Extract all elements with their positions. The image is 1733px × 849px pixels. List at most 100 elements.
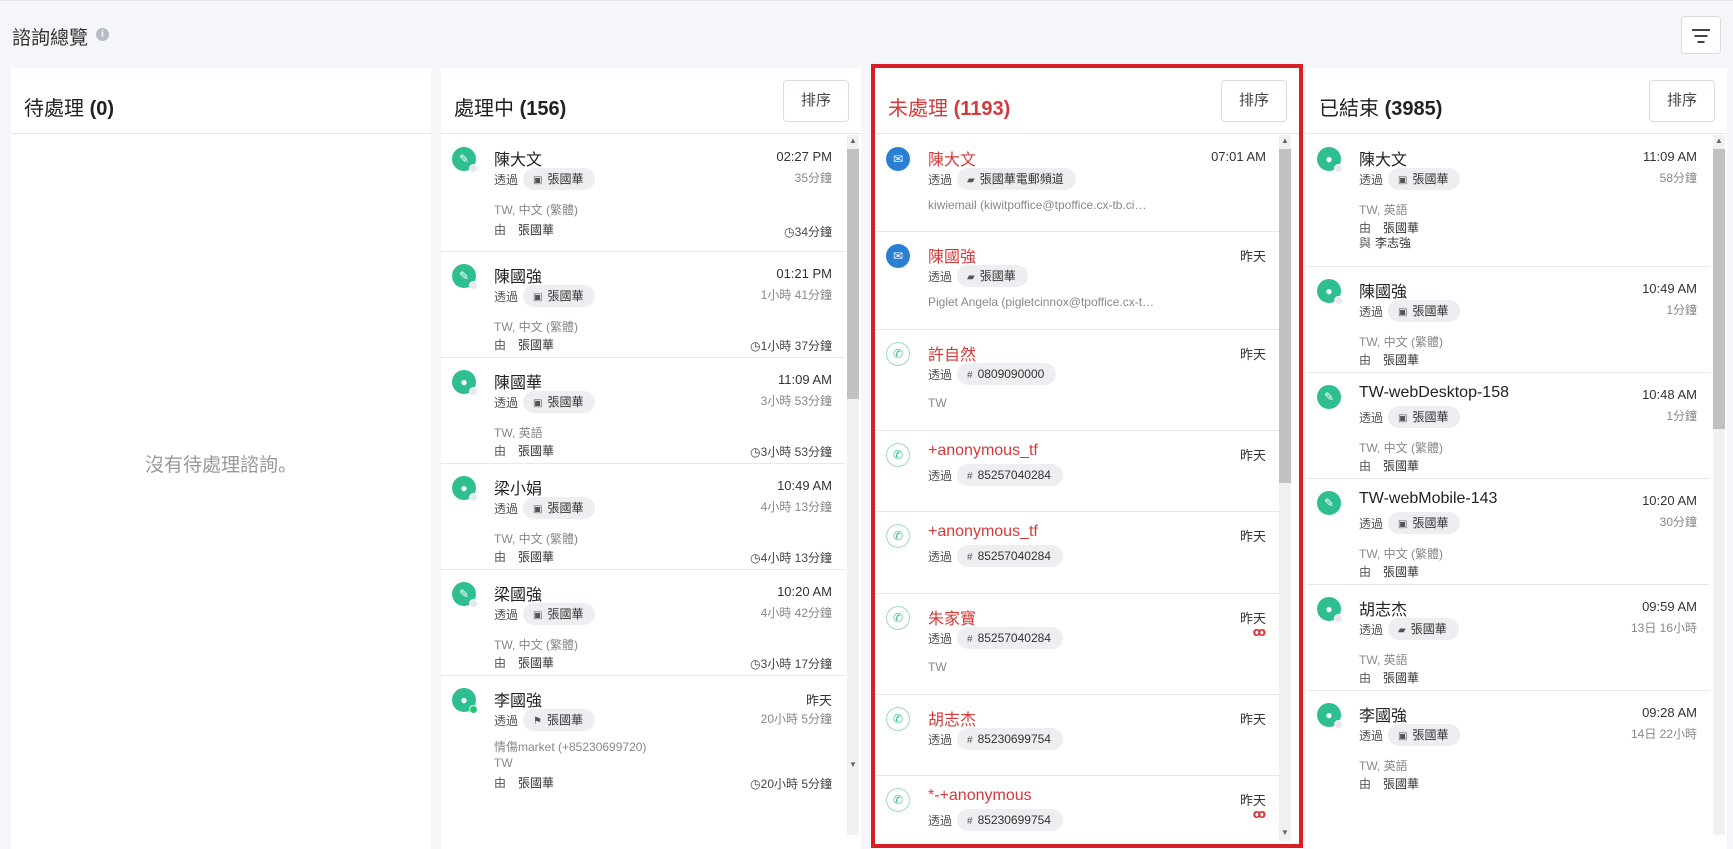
inquiry-card[interactable]: ✎ 陳國強 01:21 PM 1小時 41分鐘 透過 ▣ 張國華 TW, 中文 (… (441, 252, 845, 358)
person-icon: ● (1317, 147, 1343, 173)
via-label: 透過 (1359, 623, 1384, 637)
inquiry-card[interactable]: ● 胡志杰 09:59 AM 13日 16小時 透過 ▰ 張國華 TW, 英語 由… (1306, 585, 1710, 691)
inquiry-card[interactable]: ● 陳國華 11:09 AM 3小時 53分鐘 透過 ▣ 張國華 TW, 英語 由… (441, 358, 845, 464)
customer-name: 梁小娟 (494, 481, 543, 498)
info-icon[interactable]: i (96, 28, 109, 41)
card-meta: TW, 中文 (繁體) (494, 320, 578, 334)
channel-chip: ▣ 張國華 (1388, 168, 1461, 190)
inquiry-card[interactable]: ✉ 陳國強 昨天 透過 ▰ 張國華 Piglet Angela (pigletci… (875, 232, 1279, 330)
hash-icon: # (967, 471, 973, 482)
customer-name: 陳大文 (928, 152, 977, 169)
filter-button[interactable] (1681, 16, 1721, 54)
card-meta: TW, 英語 (494, 426, 543, 440)
hash-icon: # (967, 816, 973, 827)
channel-chip: ▰ 張國華 (1388, 618, 1459, 640)
contact-card-icon: ▣ (1398, 413, 1408, 424)
co-agent-line: 與李志強 (1359, 236, 1412, 250)
card-time: 07:01 AM (1211, 149, 1266, 164)
via-label: 透過 (1359, 173, 1384, 187)
phone-icon: ✆ (886, 707, 910, 731)
card-meta: TW, 中文 (繁體) (1359, 335, 1443, 349)
column-title: 未處理 (1193) (888, 98, 1011, 120)
via-label: 透過 (494, 290, 519, 304)
channel-chip: ▣ 張國華 (1388, 300, 1461, 322)
inquiry-card[interactable]: ✎ TW-webDesktop-158 10:48 AM 1分鐘 透過 ▣ 張國華… (1306, 373, 1710, 479)
customer-name: 梁國強 (494, 587, 543, 604)
scrollbar-thumb[interactable] (847, 149, 859, 399)
scrollbar[interactable]: ▲ (1713, 135, 1725, 835)
scroll-down-icon[interactable]: ▼ (1279, 827, 1291, 839)
inquiry-list[interactable]: ● 陳大文 11:09 AM 58分鐘 透過 ▣ 張國華 TW, 英語 由張國華 … (1306, 135, 1727, 849)
agent-line: 由張國華 (494, 656, 555, 670)
scrollbar-thumb[interactable] (1713, 149, 1725, 429)
contact-card-icon: ▣ (1398, 307, 1408, 318)
scroll-up-icon[interactable]: ▲ (847, 135, 859, 147)
hash-icon: # (967, 370, 973, 381)
person-icon: ● (1317, 703, 1343, 729)
scroll-up-icon[interactable]: ▲ (1279, 135, 1291, 147)
inquiry-card[interactable]: ✆ +anonymous_tf 昨天 透過 #85257040284 (875, 431, 1279, 512)
email-icon: ✉ (886, 147, 910, 171)
contact-card-icon: ▣ (533, 504, 543, 515)
card-time: 昨天 (1239, 448, 1266, 463)
sort-button[interactable]: 排序 (1649, 80, 1715, 122)
sort-button[interactable]: 排序 (1221, 80, 1287, 122)
inquiry-card[interactable]: ✆ 朱家寶 昨天 ꝏ 透過 #85257040284 TW (875, 594, 1279, 695)
page-title: 諮詢總覽 (12, 28, 89, 49)
scroll-up-icon[interactable]: ▲ (1713, 135, 1725, 147)
card-duration: 3小時 53分鐘 (760, 394, 832, 408)
card-meta: TW, 英語 (1359, 203, 1408, 217)
card-time: 09:28 AM (1642, 705, 1697, 720)
customer-name: +anonymous_tf (928, 442, 1038, 459)
customer-name: 陳國強 (1359, 284, 1408, 301)
agent-line: 由張國華 (494, 338, 555, 352)
card-meta: TW, 中文 (繁體) (494, 203, 578, 217)
inquiry-card[interactable]: ✆ *-+anonymous 昨天 ꝏ 透過 #85230699754 (875, 776, 1279, 849)
inquiry-card[interactable]: ✉ 陳大文 07:01 AM 透過 ▰ 張國華電郵頻道 kiwiemail (ki… (875, 135, 1279, 232)
via-label: 透過 (928, 632, 953, 646)
phone-icon: ✆ (886, 788, 910, 812)
scrollbar[interactable]: ▲ ▼ (1279, 135, 1291, 841)
wait-time: ◷3小時 53分鐘 (750, 445, 832, 459)
channel-chip: ▣ 張國華 (523, 285, 596, 307)
customer-name: 朱家寶 (928, 611, 977, 628)
via-label: 透過 (1359, 411, 1384, 425)
inquiry-card[interactable]: ✆ +anonymous_tf 昨天 透過 #85257040284 (875, 512, 1279, 594)
inquiry-card[interactable]: ● 陳大文 11:09 AM 58分鐘 透過 ▣ 張國華 TW, 英語 由張國華 … (1306, 135, 1710, 267)
column-header: 待處理 (0) (11, 68, 431, 134)
scrollbar[interactable]: ▲ ▼ (847, 135, 859, 835)
sort-button[interactable]: 排序 (783, 80, 849, 122)
inquiry-card[interactable]: ✎ TW-webMobile-143 10:20 AM 30分鐘 透過 ▣ 張國華… (1306, 479, 1710, 585)
phone-icon: ✆ (886, 606, 910, 630)
channel-chip: ▣ 張國華 (523, 603, 596, 625)
inquiry-card[interactable]: ✆ 胡志杰 昨天 透過 #85230699754 (875, 695, 1279, 776)
inquiry-card[interactable]: ✎ 梁國強 10:20 AM 4小時 42分鐘 透過 ▣ 張國華 TW, 中文 (… (441, 570, 845, 676)
wait-time: ◷1小時 37分鐘 (750, 339, 832, 353)
inquiry-card[interactable]: ● 李國強 昨天 20小時 5分鐘 透過 ⚑ 張國華 情傷market (+852… (441, 676, 845, 796)
card-time: 11:09 AM (1643, 149, 1697, 164)
customer-name: *-+anonymous (928, 787, 1032, 804)
card-time: 10:49 AM (1642, 281, 1697, 296)
scroll-down-icon[interactable]: ▼ (847, 759, 859, 771)
column-closed: 已結束 (3985) 排序 ● 陳大文 11:09 AM 58分鐘 透過 ▣ 張國… (1306, 68, 1727, 849)
inquiry-list[interactable]: ✉ 陳大文 07:01 AM 透過 ▰ 張國華電郵頻道 kiwiemail (ki… (875, 135, 1299, 849)
contact-card-icon: ▣ (1398, 175, 1408, 186)
inquiry-list[interactable]: ✎ 陳大文 02:27 PM 35分鐘 透過 ▣ 張國華 TW, 中文 (繁體) … (441, 135, 861, 849)
card-duration: 4小時 42分鐘 (760, 606, 832, 620)
inquiry-card[interactable]: ✎ 陳大文 02:27 PM 35分鐘 透過 ▣ 張國華 TW, 中文 (繁體) … (441, 135, 845, 252)
customer-name: 許自然 (928, 347, 977, 364)
inquiry-card[interactable]: ● 梁小娟 10:49 AM 4小時 13分鐘 透過 ▣ 張國華 TW, 中文 (… (441, 464, 845, 570)
inquiry-card[interactable]: ✆ 許自然 昨天 透過 #0809090000 TW (875, 330, 1279, 431)
scrollbar-thumb[interactable] (1279, 149, 1291, 483)
wait-time: ◷20小時 5分鐘 (750, 777, 832, 791)
channel-chip: #85257040284 (957, 464, 1063, 486)
agent-line: 由張國華 (1359, 671, 1420, 685)
contact-card-icon: ▣ (1398, 731, 1408, 742)
via-label: 透過 (928, 368, 953, 382)
channel-chip: ▣ 張國華 (523, 497, 596, 519)
inquiry-card[interactable]: ● 李國強 09:28 AM 14日 22小時 透過 ▣ 張國華 TW, 英語 由… (1306, 691, 1710, 797)
column-unhandled: 未處理 (1193) 排序 ✉ 陳大文 07:01 AM 透過 ▰ 張國華電郵頻道… (875, 68, 1299, 849)
inquiry-card[interactable]: ● 陳國強 10:49 AM 1分鐘 透過 ▣ 張國華 TW, 中文 (繁體) 由… (1306, 267, 1710, 373)
card-meta: TW (928, 660, 947, 674)
agent-line: 由張國華 (494, 444, 555, 458)
